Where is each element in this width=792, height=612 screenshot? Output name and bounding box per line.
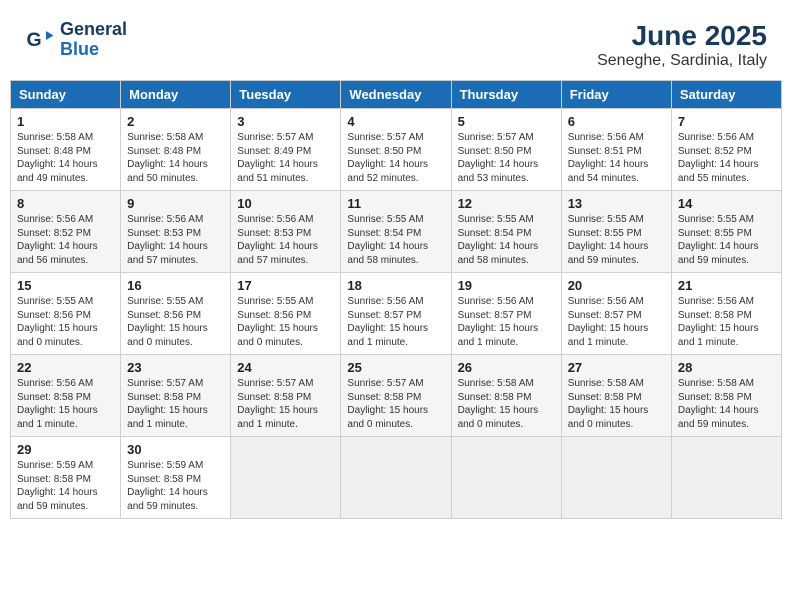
table-row: 12Sunrise: 5:55 AMSunset: 8:54 PMDayligh… [451, 191, 561, 273]
table-row: 20Sunrise: 5:56 AMSunset: 8:57 PMDayligh… [561, 273, 671, 355]
table-row: 1Sunrise: 5:58 AMSunset: 8:48 PMDaylight… [11, 109, 121, 191]
logo-line1: General [60, 20, 127, 40]
table-row: 14Sunrise: 5:55 AMSunset: 8:55 PMDayligh… [671, 191, 781, 273]
col-tuesday: Tuesday [231, 81, 341, 109]
calendar-subtitle: Seneghe, Sardinia, Italy [597, 52, 767, 70]
calendar-table: Sunday Monday Tuesday Wednesday Thursday… [10, 80, 782, 519]
table-row: 27Sunrise: 5:58 AMSunset: 8:58 PMDayligh… [561, 355, 671, 437]
calendar-header-row: Sunday Monday Tuesday Wednesday Thursday… [11, 81, 782, 109]
table-row: 30Sunrise: 5:59 AMSunset: 8:58 PMDayligh… [121, 437, 231, 519]
col-sunday: Sunday [11, 81, 121, 109]
page-header: G General Blue June 2025 Seneghe, Sardin… [10, 10, 782, 75]
table-row [671, 437, 781, 519]
table-row [451, 437, 561, 519]
table-row: 11Sunrise: 5:55 AMSunset: 8:54 PMDayligh… [341, 191, 451, 273]
table-row [341, 437, 451, 519]
col-monday: Monday [121, 81, 231, 109]
table-row [231, 437, 341, 519]
table-row: 25Sunrise: 5:57 AMSunset: 8:58 PMDayligh… [341, 355, 451, 437]
table-row: 23Sunrise: 5:57 AMSunset: 8:58 PMDayligh… [121, 355, 231, 437]
table-row: 13Sunrise: 5:55 AMSunset: 8:55 PMDayligh… [561, 191, 671, 273]
table-row: 22Sunrise: 5:56 AMSunset: 8:58 PMDayligh… [11, 355, 121, 437]
table-row: 8Sunrise: 5:56 AMSunset: 8:52 PMDaylight… [11, 191, 121, 273]
calendar-week-3: 22Sunrise: 5:56 AMSunset: 8:58 PMDayligh… [11, 355, 782, 437]
col-thursday: Thursday [451, 81, 561, 109]
table-row: 15Sunrise: 5:55 AMSunset: 8:56 PMDayligh… [11, 273, 121, 355]
table-row: 28Sunrise: 5:58 AMSunset: 8:58 PMDayligh… [671, 355, 781, 437]
col-saturday: Saturday [671, 81, 781, 109]
table-row [561, 437, 671, 519]
table-row: 5Sunrise: 5:57 AMSunset: 8:50 PMDaylight… [451, 109, 561, 191]
table-row: 24Sunrise: 5:57 AMSunset: 8:58 PMDayligh… [231, 355, 341, 437]
col-friday: Friday [561, 81, 671, 109]
calendar-title: June 2025 [597, 20, 767, 52]
table-row: 21Sunrise: 5:56 AMSunset: 8:58 PMDayligh… [671, 273, 781, 355]
col-wednesday: Wednesday [341, 81, 451, 109]
table-row: 3Sunrise: 5:57 AMSunset: 8:49 PMDaylight… [231, 109, 341, 191]
calendar-week-4: 29Sunrise: 5:59 AMSunset: 8:58 PMDayligh… [11, 437, 782, 519]
table-row: 18Sunrise: 5:56 AMSunset: 8:57 PMDayligh… [341, 273, 451, 355]
table-row: 9Sunrise: 5:56 AMSunset: 8:53 PMDaylight… [121, 191, 231, 273]
table-row: 10Sunrise: 5:56 AMSunset: 8:53 PMDayligh… [231, 191, 341, 273]
title-block: June 2025 Seneghe, Sardinia, Italy [597, 20, 767, 70]
calendar-week-2: 15Sunrise: 5:55 AMSunset: 8:56 PMDayligh… [11, 273, 782, 355]
table-row: 17Sunrise: 5:55 AMSunset: 8:56 PMDayligh… [231, 273, 341, 355]
table-row: 19Sunrise: 5:56 AMSunset: 8:57 PMDayligh… [451, 273, 561, 355]
table-row: 26Sunrise: 5:58 AMSunset: 8:58 PMDayligh… [451, 355, 561, 437]
logo-text: General Blue [60, 20, 127, 60]
table-row: 4Sunrise: 5:57 AMSunset: 8:50 PMDaylight… [341, 109, 451, 191]
calendar-week-1: 8Sunrise: 5:56 AMSunset: 8:52 PMDaylight… [11, 191, 782, 273]
table-row: 7Sunrise: 5:56 AMSunset: 8:52 PMDaylight… [671, 109, 781, 191]
logo: G General Blue [25, 20, 127, 60]
table-row: 2Sunrise: 5:58 AMSunset: 8:48 PMDaylight… [121, 109, 231, 191]
table-row: 6Sunrise: 5:56 AMSunset: 8:51 PMDaylight… [561, 109, 671, 191]
logo-line2: Blue [60, 40, 127, 60]
calendar-week-0: 1Sunrise: 5:58 AMSunset: 8:48 PMDaylight… [11, 109, 782, 191]
table-row: 16Sunrise: 5:55 AMSunset: 8:56 PMDayligh… [121, 273, 231, 355]
svg-text:G: G [27, 29, 42, 51]
table-row: 29Sunrise: 5:59 AMSunset: 8:58 PMDayligh… [11, 437, 121, 519]
logo-icon: G [25, 25, 55, 55]
